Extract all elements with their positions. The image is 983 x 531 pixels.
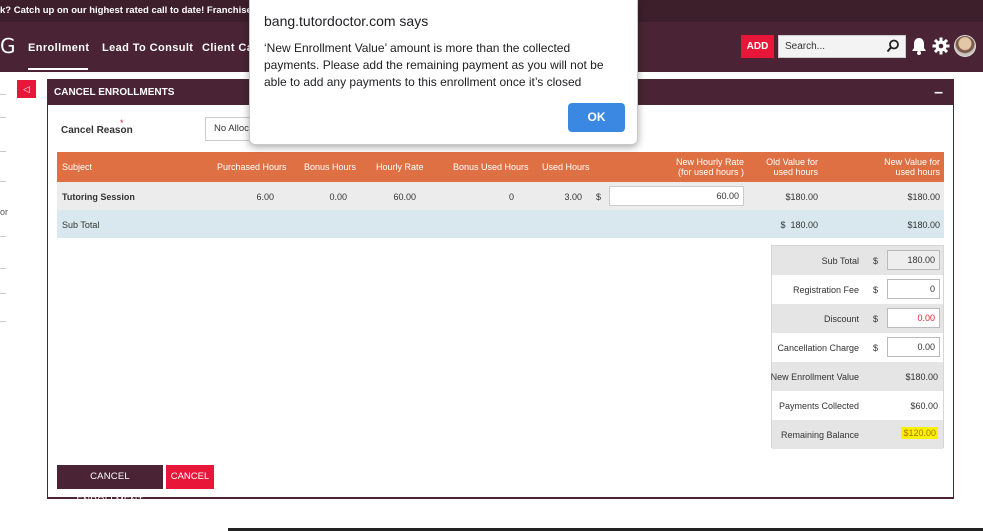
cell-hourly-rate: 60.00 (393, 192, 416, 202)
nav-item-enrollment[interactable]: Enrollment (28, 42, 89, 54)
currency-symbol: $ (873, 314, 879, 324)
new-hourly-rate-input[interactable]: 60.00 (609, 186, 744, 206)
nav-item-lead-to-consult[interactable]: Lead To Consult (102, 42, 193, 54)
sidebar-divider (0, 236, 6, 237)
column-header-new-value: New Value for used hours (884, 157, 940, 177)
nav-item-client-care[interactable]: Client Ca (202, 42, 253, 54)
currency-symbol: $ (873, 256, 879, 266)
nav-active-indicator (28, 68, 88, 70)
bell-icon[interactable] (911, 37, 927, 55)
currency-symbol: $ (873, 285, 879, 295)
summary-label: Registration Fee (792, 285, 859, 295)
dialog-title: bang.tutordoctor.com says (264, 13, 429, 29)
summary-label: Remaining Balance (780, 430, 859, 440)
panel-title: CANCEL ENROLLMENTS (54, 87, 175, 98)
add-button[interactable]: ADD (741, 35, 774, 58)
column-header-used-hours: Used Hours (542, 162, 590, 172)
currency-symbol: $ (873, 343, 879, 353)
cell-old-value: $180.00 (785, 192, 818, 202)
subtotal-old-value: $ 180.00 (780, 220, 818, 230)
summary-row-discount: Discount $ 0.00 (772, 304, 943, 333)
panel-bottom-border (48, 497, 953, 499)
logo[interactable]: G (0, 34, 16, 58)
cancellation-charge-input[interactable]: 0.00 (887, 337, 940, 357)
summary-row-payments-collected: Payments Collected $60.00 (772, 391, 943, 420)
currency-symbol: $ (596, 192, 602, 202)
cell-used-hours: 3.00 (564, 192, 582, 202)
sidebar-divider (0, 151, 6, 152)
summary-label: Discount (823, 314, 859, 324)
summary-row-new-enrollment-value: New Enrollment Value $180.00 (770, 362, 943, 391)
cell-new-value: $180.00 (907, 192, 940, 202)
gear-icon[interactable] (932, 37, 950, 55)
summary-row-sub-total: Sub Total $ 180.00 (772, 246, 943, 275)
column-header-bonus-hours: Bonus Hours (304, 162, 357, 172)
summary-box: Sub Total $ 180.00 Registration Fee $ 0 … (770, 245, 944, 449)
summary-label: Payments Collected (778, 401, 859, 411)
cell-bonus-used-hours: 0 (508, 192, 514, 202)
cell-bonus-hours: 0.00 (329, 192, 347, 202)
sidebar-divider (0, 293, 6, 294)
table-row: Tutoring Session 6.00 0.00 60.00 0 3.00 … (57, 182, 944, 210)
sidebar-divider (0, 268, 6, 269)
header-line: used hours (895, 167, 940, 177)
alert-dialog: bang.tutordoctor.com says ‘New Enrollmen… (249, 0, 638, 145)
search-icon[interactable] (886, 39, 900, 53)
header-line: (for used hours ) (677, 167, 744, 177)
remaining-balance-wrapper: $120.00 (901, 427, 938, 439)
summary-label: Sub Total (821, 256, 859, 266)
column-header-old-value: Old Value for used hours (766, 157, 818, 177)
summary-label: New Enrollment Value (770, 372, 859, 382)
cell-purchased-hours: 6.00 (256, 192, 274, 202)
column-header-purchased-hours: Purchased Hours (217, 162, 287, 172)
subtotal-label: Sub Total (62, 220, 100, 230)
column-header-bonus-used-hours: Bonus Used Hours (453, 162, 529, 172)
column-header-new-hourly-rate: New Hourly Rate (for used hours ) (676, 157, 744, 177)
header-line: New Value for (884, 157, 940, 167)
avatar[interactable] (954, 35, 976, 57)
sub-total-field: 180.00 (887, 250, 940, 270)
ok-button[interactable]: OK (568, 103, 625, 132)
discount-input[interactable]: 0.00 (887, 308, 940, 328)
summary-row-remaining-balance: Remaining Balance $120.00 (772, 420, 943, 449)
summary-label: Cancellation Charge (777, 343, 859, 353)
subtotal-row: Sub Total $ 180.00 $180.00 (57, 210, 944, 238)
cell-subject: Tutoring Session (62, 192, 135, 202)
header-line: New Hourly Rate (675, 157, 744, 167)
sidebar-item-label[interactable]: or (0, 207, 8, 217)
summary-row-cancellation-charge: Cancellation Charge $ 0.00 (772, 333, 943, 362)
cancel-enrollment-button[interactable]: CANCEL ENROLLMENT (57, 465, 163, 506)
subtotal-new-value: $180.00 (907, 220, 940, 230)
header-line: used hours (773, 167, 818, 177)
dialog-message: ‘New Enrollment Value’ amount is more th… (264, 41, 604, 89)
summary-row-registration-fee: Registration Fee $ 0 (772, 275, 943, 304)
column-header-hourly-rate: Hourly Rate (376, 162, 424, 172)
table-header: Subject Purchased Hours Bonus Hours Hour… (57, 152, 944, 182)
new-enrollment-value: $180.00 (905, 372, 938, 382)
header-line: Old Value for (766, 157, 818, 167)
registration-fee-input[interactable]: 0 (887, 279, 940, 299)
required-marker: * (120, 118, 124, 128)
sidebar-divider (0, 117, 6, 118)
cancel-button[interactable]: CANCEL (166, 465, 214, 489)
payments-collected-value: $60.00 (910, 401, 938, 411)
sidebar-divider (0, 321, 6, 322)
sidebar-divider (0, 181, 6, 182)
sidebar-divider (0, 94, 6, 95)
remaining-balance-value: $120.00 (901, 427, 938, 439)
column-header-subject: Subject (62, 162, 93, 172)
panel-collapse-button[interactable]: – (934, 80, 943, 105)
sidebar-toggle-button[interactable]: ◁ (17, 80, 36, 98)
